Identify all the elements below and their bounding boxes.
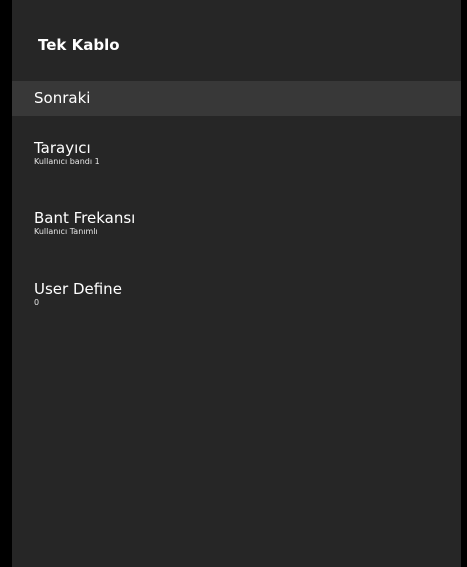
menu-item-sonraki[interactable]: Sonraki <box>12 81 461 116</box>
menu-item-label: Tarayıcı <box>34 139 91 157</box>
screen: Tek Kablo Sonraki Tarayıcı Kullanıcı ban… <box>0 0 467 567</box>
menu-item-label: Sonraki <box>34 89 91 107</box>
menu-item-label: Bant Frekansı <box>34 209 136 227</box>
menu-item-user-define[interactable]: User Define 0 <box>12 280 461 320</box>
menu-item-value: Kullanıcı Tanımlı <box>34 227 98 236</box>
menu-item-label: User Define <box>34 280 122 298</box>
menu-item-value: Kullanıcı bandı 1 <box>34 157 100 166</box>
menu-item-value: 0 <box>34 298 40 307</box>
settings-panel: Tek Kablo Sonraki Tarayıcı Kullanıcı ban… <box>12 0 461 567</box>
menu-item-tarayici[interactable]: Tarayıcı Kullanıcı bandı 1 <box>12 139 461 179</box>
page-title: Tek Kablo <box>38 36 120 54</box>
menu-item-bant-frekansi[interactable]: Bant Frekansı Kullanıcı Tanımlı <box>12 209 461 249</box>
